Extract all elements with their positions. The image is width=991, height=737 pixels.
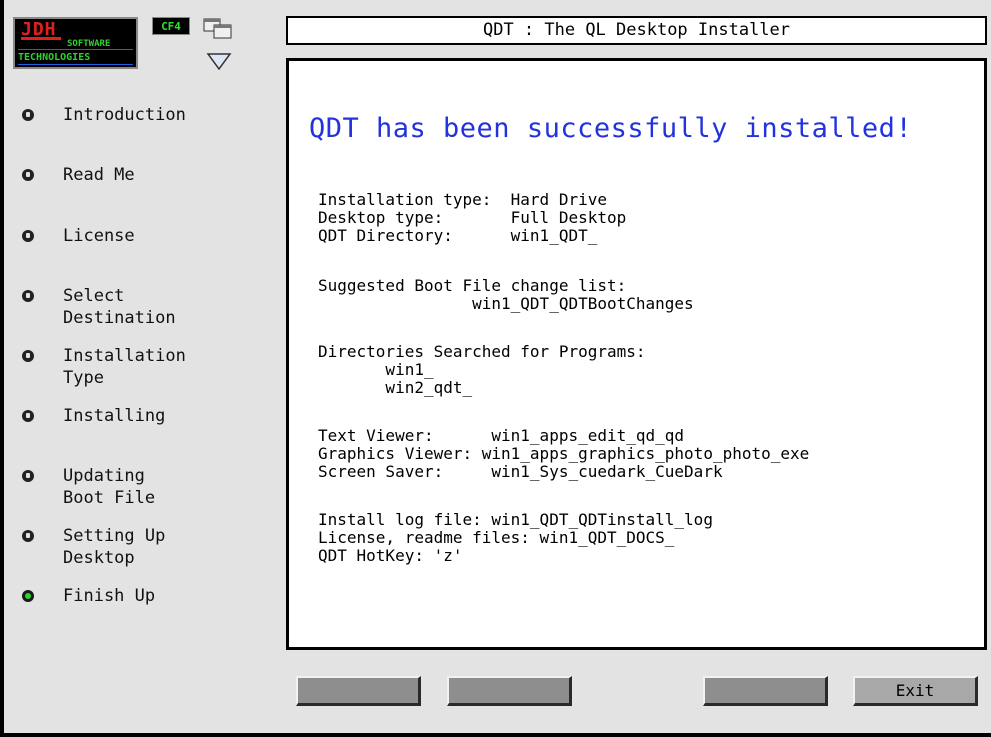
step-active-bullet-icon <box>22 590 34 602</box>
down-arrow-icon[interactable] <box>206 50 232 72</box>
info-desktop-type: Desktop type: Full Desktop <box>318 208 627 227</box>
step-bullet-icon <box>22 530 34 542</box>
info-installation-type: Installation type: Hard Drive <box>318 190 607 209</box>
logo-bar <box>21 37 61 40</box>
step-bullet-icon <box>22 230 34 242</box>
info-directory-1: win1_ <box>318 360 434 379</box>
info-install-log: Install log file: win1_QDT_QDTinstall_lo… <box>318 510 713 529</box>
window-frame-left <box>0 0 4 737</box>
step-label: Updating Boot File <box>63 466 156 508</box>
logo-text-software: SOFTWARE <box>67 39 111 49</box>
step-bullet-icon <box>22 109 34 121</box>
step-bullet-icon <box>22 169 34 181</box>
step-label: Finish Up <box>63 586 156 606</box>
blank-button-2[interactable] <box>447 676 572 706</box>
step-label: Select Destination <box>63 286 176 328</box>
info-boot-file-heading: Suggested Boot File change list: <box>318 276 627 295</box>
step-label: Installing <box>63 406 166 426</box>
step-label: Installation Type <box>63 346 186 388</box>
info-hotkey: QDT HotKey: 'z' <box>318 546 463 565</box>
windows-icon[interactable] <box>203 18 233 40</box>
blank-button-1[interactable] <box>296 676 421 706</box>
step-bullet-icon <box>22 410 34 422</box>
info-directories-heading: Directories Searched for Programs: <box>318 342 646 361</box>
jdh-logo: JDH SOFTWARE TECHNOLOGIES <box>13 17 138 69</box>
step-bullet-icon <box>22 470 34 482</box>
step-label: License <box>63 226 135 246</box>
logo-line <box>18 49 133 50</box>
step-bullet-icon <box>22 350 34 362</box>
exit-button[interactable]: Exit <box>853 676 978 706</box>
success-headline: QDT has been successfully installed! <box>309 113 913 144</box>
logo-text-technologies: TECHNOLOGIES <box>18 52 91 63</box>
info-boot-file-path: win1_QDT_QDTBootChanges <box>318 294 694 313</box>
step-label: Introduction <box>63 105 186 125</box>
step-label: Setting Up Desktop <box>63 526 166 568</box>
summary-panel: QDT has been successfully installed! Ins… <box>286 58 987 650</box>
info-license-readme: License, readme files: win1_QDT_DOCS_ <box>318 528 675 547</box>
info-graphics-viewer: Graphics Viewer: win1_apps_graphics_phot… <box>318 444 810 463</box>
info-qdt-directory: QDT Directory: win1_QDT_ <box>318 226 598 245</box>
cf4-badge[interactable]: CF4 <box>152 17 190 35</box>
window-frame-bottom <box>0 733 991 737</box>
info-text-viewer: Text Viewer: win1_apps_edit_qd_qd <box>318 426 685 445</box>
step-label: Read Me <box>63 165 135 185</box>
logo-line <box>18 64 133 65</box>
info-directory-2: win2_qdt_ <box>318 378 473 397</box>
step-bullet-icon <box>22 290 34 302</box>
blank-button-3[interactable] <box>703 676 828 706</box>
info-screen-saver: Screen Saver: win1_Sys_cuedark_CueDark <box>318 462 723 481</box>
installer-title: QDT : The QL Desktop Installer <box>286 16 987 45</box>
